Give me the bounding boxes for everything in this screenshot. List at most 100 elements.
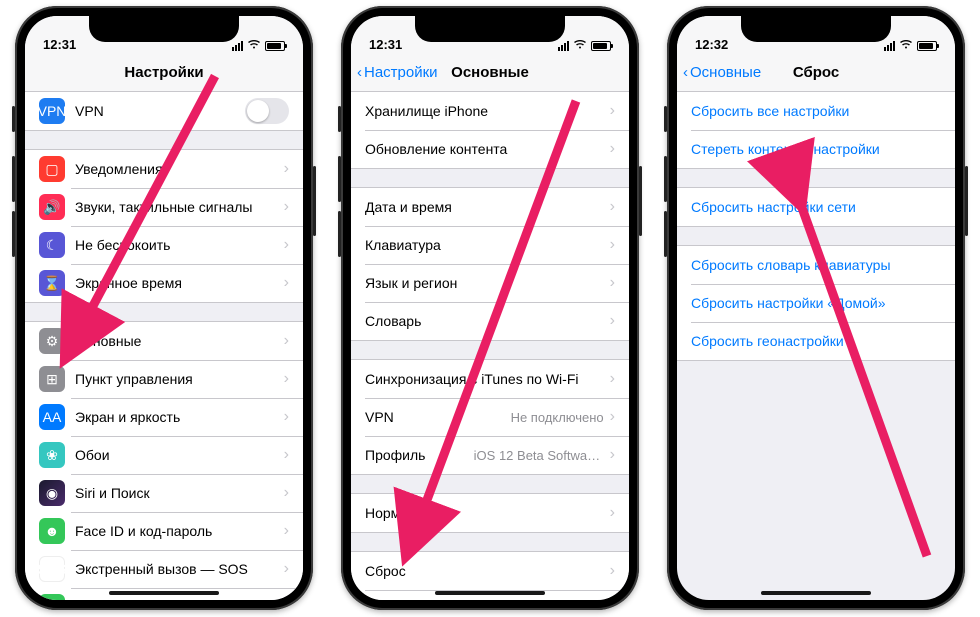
navbar: Настройки: [25, 54, 303, 92]
wifi-icon: [247, 39, 261, 52]
chevron-right-icon: ›: [284, 236, 289, 254]
row-control-center[interactable]: ⊞Пункт управления›: [25, 360, 303, 398]
home-indicator[interactable]: [109, 591, 219, 595]
row-dictionary[interactable]: Словарь›: [351, 302, 629, 340]
chevron-left-icon: ‹: [357, 64, 362, 81]
vpn-icon: VPN: [39, 98, 65, 124]
row-vpn[interactable]: VPNНе подключено›: [351, 398, 629, 436]
chevron-right-icon: ›: [610, 562, 615, 580]
row-value: iOS 12 Beta Software Profile: [474, 448, 604, 463]
control-center-icon: ⊞: [39, 366, 65, 392]
chevron-right-icon: ›: [610, 312, 615, 330]
row-reset-network[interactable]: Сбросить настройки сети: [677, 188, 955, 226]
dnd-icon: ☾: [39, 232, 65, 258]
battery-row-icon: ▮: [39, 594, 65, 600]
row-profile[interactable]: ПрофильiOS 12 Beta Software Profile›: [351, 436, 629, 474]
phone-frame-3: 12:32 ‹Основные Сброс Сбросить все настр…: [667, 6, 965, 610]
back-button[interactable]: ‹Настройки: [357, 64, 438, 81]
wallpaper-icon: ❀: [39, 442, 65, 468]
chevron-right-icon: ›: [610, 102, 615, 120]
row-label: VPN: [75, 103, 245, 119]
general-list[interactable]: Хранилище iPhone› Обновление контента› Д…: [351, 92, 629, 600]
row-notifications[interactable]: ▢Уведомления›: [25, 150, 303, 188]
row-sos[interactable]: SOSЭкстренный вызов — SOS›: [25, 550, 303, 588]
wifi-icon: [899, 39, 913, 52]
reset-list[interactable]: Сбросить все настройки Стереть контент и…: [677, 92, 955, 600]
notifications-icon: ▢: [39, 156, 65, 182]
row-background-refresh[interactable]: Обновление контента›: [351, 130, 629, 168]
row-faceid[interactable]: ☻Face ID и код-пароль›: [25, 512, 303, 550]
row-reset-all[interactable]: Сбросить все настройки: [677, 92, 955, 130]
row-reset[interactable]: Сброс›: [351, 552, 629, 590]
chevron-right-icon: ›: [610, 408, 615, 426]
row-keyboard[interactable]: Клавиатура›: [351, 226, 629, 264]
row-reset-location[interactable]: Сбросить геонастройки: [677, 322, 955, 360]
phone-frame-2: 12:31 ‹Настройки Основные Хранилище iPho…: [341, 6, 639, 610]
row-sounds[interactable]: 🔊Звуки, тактильные сигналы›: [25, 188, 303, 226]
chevron-right-icon: ›: [610, 446, 615, 464]
settings-list[interactable]: VPN VPN ▢Уведомления› 🔊Звуки, тактильные…: [25, 92, 303, 600]
row-siri[interactable]: ◉Siri и Поиск›: [25, 474, 303, 512]
signal-icon: [884, 41, 895, 51]
navbar: ‹Основные Сброс: [677, 54, 955, 92]
status-time: 12:31: [43, 37, 76, 52]
notch: [89, 16, 239, 42]
chevron-right-icon: ›: [610, 140, 615, 158]
chevron-right-icon: ›: [610, 370, 615, 388]
row-language[interactable]: Язык и регион›: [351, 264, 629, 302]
row-dnd[interactable]: ☾Не беспокоить›: [25, 226, 303, 264]
row-value: Не подключено: [511, 410, 604, 425]
wifi-icon: [573, 39, 587, 52]
row-vpn[interactable]: VPN VPN: [25, 92, 303, 130]
chevron-right-icon: ›: [610, 198, 615, 216]
page-title: Настройки: [124, 64, 203, 81]
chevron-right-icon: ›: [284, 274, 289, 292]
sos-icon: SOS: [39, 556, 65, 582]
battery-icon: [591, 41, 611, 51]
row-reset-keyboard-dict[interactable]: Сбросить словарь клавиатуры: [677, 246, 955, 284]
page-title: Основные: [451, 64, 529, 81]
chevron-right-icon: ›: [284, 560, 289, 578]
chevron-right-icon: ›: [284, 484, 289, 502]
chevron-right-icon: ›: [284, 408, 289, 426]
chevron-right-icon: ›: [284, 332, 289, 350]
row-reset-home[interactable]: Сбросить настройки «Домой»: [677, 284, 955, 322]
battery-icon: [265, 41, 285, 51]
chevron-right-icon: ›: [284, 522, 289, 540]
faceid-icon: ☻: [39, 518, 65, 544]
signal-icon: [232, 41, 243, 51]
row-general[interactable]: ⚙Основные›: [25, 322, 303, 360]
row-itunes-sync[interactable]: Синхронизация с iTunes по Wi-Fi›: [351, 360, 629, 398]
home-indicator[interactable]: [435, 591, 545, 595]
notch: [741, 16, 891, 42]
row-datetime[interactable]: Дата и время›: [351, 188, 629, 226]
screentime-icon: ⌛: [39, 270, 65, 296]
notch: [415, 16, 565, 42]
chevron-right-icon: ›: [610, 236, 615, 254]
back-button[interactable]: ‹Основные: [683, 64, 761, 81]
chevron-right-icon: ›: [284, 446, 289, 464]
display-icon: AA: [39, 404, 65, 430]
vpn-toggle[interactable]: [245, 98, 289, 124]
chevron-right-icon: ›: [284, 370, 289, 388]
navbar: ‹Настройки Основные: [351, 54, 629, 92]
signal-icon: [558, 41, 569, 51]
row-erase-all[interactable]: Стереть контент и настройки: [677, 130, 955, 168]
home-indicator[interactable]: [761, 591, 871, 595]
sounds-icon: 🔊: [39, 194, 65, 220]
battery-icon: [917, 41, 937, 51]
row-wallpaper[interactable]: ❀Обои›: [25, 436, 303, 474]
phone-frame-1: 12:31 Настройки VPN VPN ▢Уведомлени: [15, 6, 313, 610]
siri-icon: ◉: [39, 480, 65, 506]
general-icon: ⚙: [39, 328, 65, 354]
chevron-right-icon: ›: [284, 198, 289, 216]
chevron-right-icon: ›: [610, 504, 615, 522]
chevron-right-icon: ›: [610, 274, 615, 292]
chevron-right-icon: ›: [284, 598, 289, 600]
row-screentime[interactable]: ⌛Экранное время›: [25, 264, 303, 302]
chevron-right-icon: ›: [284, 160, 289, 178]
row-regulatory[interactable]: Нормативная›: [351, 494, 629, 532]
row-storage[interactable]: Хранилище iPhone›: [351, 92, 629, 130]
status-time: 12:32: [695, 37, 728, 52]
row-display[interactable]: AAЭкран и яркость›: [25, 398, 303, 436]
